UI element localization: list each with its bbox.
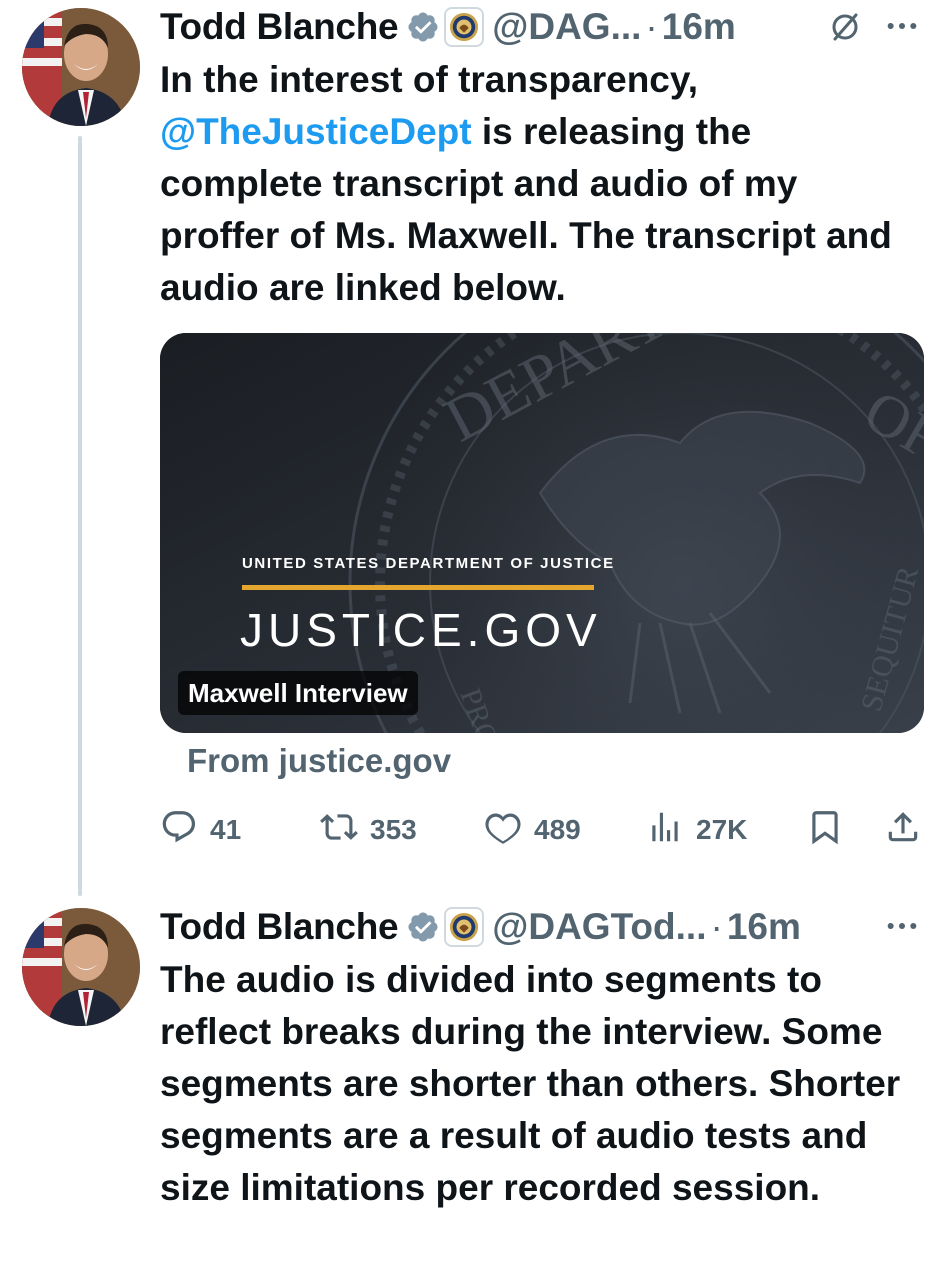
like-count: 489: [534, 814, 581, 845]
doj-seal-icon[interactable]: [444, 7, 485, 47]
bookmark-icon: [806, 808, 844, 853]
grok-icon[interactable]: [830, 12, 860, 42]
timestamp[interactable]: 16m: [727, 906, 801, 948]
bookmark-button[interactable]: [806, 808, 844, 852]
reply-icon: [160, 808, 198, 853]
separator: ·: [710, 906, 723, 947]
avatar[interactable]: [22, 8, 140, 126]
display-name[interactable]: Todd Blanche: [160, 6, 399, 48]
reply-button[interactable]: 41: [160, 808, 241, 852]
repost-count: 353: [370, 814, 417, 845]
verified-badge-icon: [406, 910, 440, 944]
tweet-text: The audio is divided into segments to re…: [160, 959, 901, 1208]
reply-count: 41: [210, 814, 242, 845]
tweet-text: In the interest of transparency, @TheJus…: [160, 54, 920, 314]
tweet-header: Todd Blanche @DAGTod... · 16m: [160, 902, 801, 952]
views-count: 27K: [696, 814, 748, 845]
card-brand: JUSTICE.GOV: [240, 604, 602, 656]
tweet[interactable]: Todd Blanche @DAG... · 16m In the intere…: [0, 0, 946, 900]
tweet-text-start: In the interest of transparency,: [160, 59, 698, 100]
like-icon: [484, 808, 522, 853]
like-button[interactable]: 489: [484, 808, 581, 852]
more-icon[interactable]: [884, 908, 920, 944]
share-icon: [884, 808, 922, 853]
more-icon[interactable]: [884, 8, 920, 44]
tweet-header: Todd Blanche @DAG... · 16m: [160, 2, 736, 52]
action-bar: 41 353 489 27K: [160, 808, 924, 852]
card-source[interactable]: From justice.gov: [187, 742, 451, 780]
separator: ·: [645, 6, 658, 47]
card-title: Maxwell Interview: [178, 671, 418, 715]
tweet[interactable]: Todd Blanche @DAGTod... · 16m The audio …: [0, 900, 946, 1280]
views-button[interactable]: 27K: [646, 808, 747, 852]
timestamp[interactable]: 16m: [662, 6, 736, 48]
handle[interactable]: @DAG...: [492, 6, 641, 48]
link-card[interactable]: DEPARTMENT OF JUS SEQUITUR PRO UNITED ST…: [160, 333, 924, 733]
card-divider: [242, 585, 594, 590]
repost-button[interactable]: 353: [320, 808, 417, 852]
views-icon: [646, 808, 684, 853]
handle[interactable]: @DAGTod...: [492, 906, 706, 948]
display-name[interactable]: Todd Blanche: [160, 906, 399, 948]
thread-line: [78, 136, 82, 896]
verified-badge-icon: [406, 10, 440, 44]
avatar[interactable]: [22, 908, 140, 1026]
share-button[interactable]: [884, 808, 922, 852]
card-kicker: UNITED STATES DEPARTMENT OF JUSTICE: [242, 555, 615, 572]
mention-link[interactable]: @TheJusticeDept: [160, 111, 472, 152]
repost-icon: [320, 808, 358, 853]
doj-seal-icon[interactable]: [444, 907, 485, 947]
